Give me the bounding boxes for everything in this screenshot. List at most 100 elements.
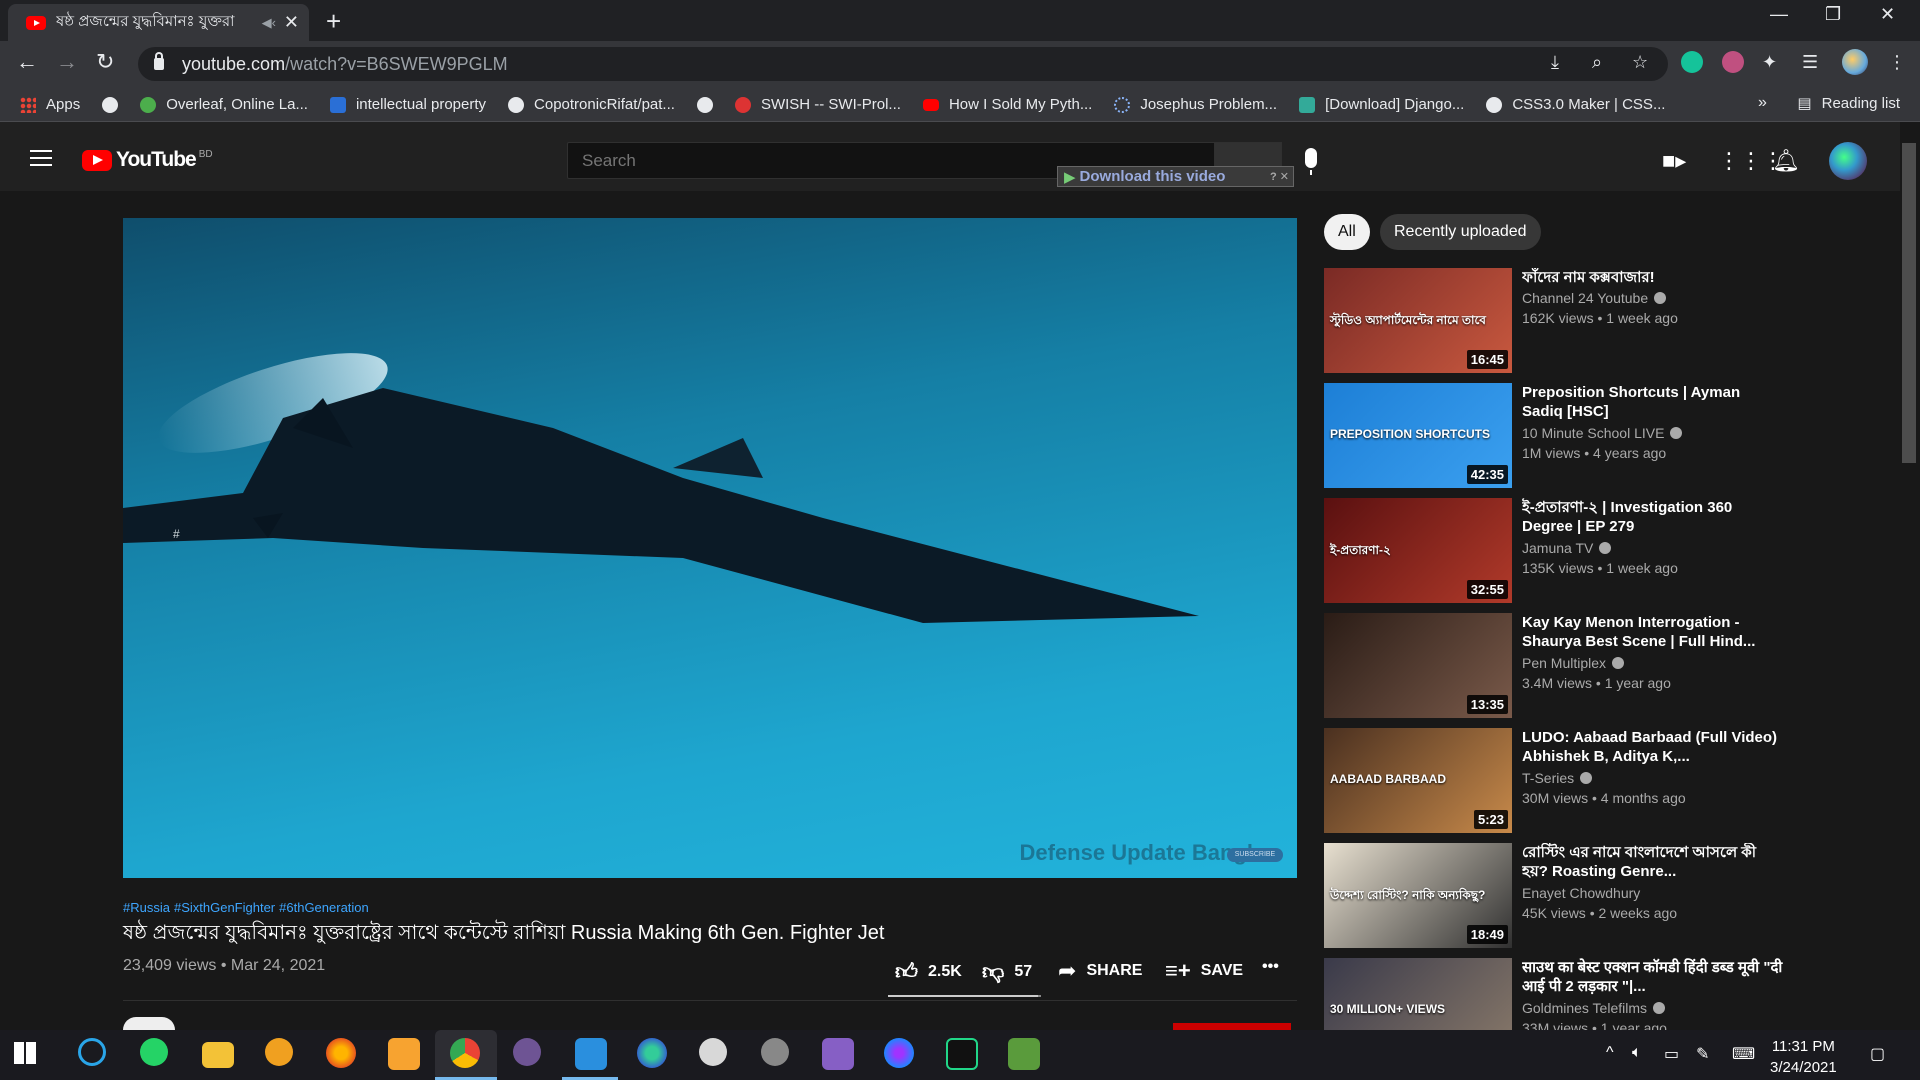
more-actions-button[interactable]: ••• — [1262, 958, 1279, 976]
restore-icon[interactable]: ❐ — [1825, 4, 1841, 25]
whatsapp-icon[interactable] — [140, 1038, 168, 1066]
recommendation-channel[interactable]: Enayet Chowdhury — [1522, 885, 1640, 901]
lock-icon[interactable] — [154, 52, 164, 70]
recommendation-channel[interactable]: Pen Multiplex — [1522, 655, 1625, 671]
keyboard-icon[interactable]: ⌨ — [1732, 1044, 1755, 1064]
github-desktop-icon[interactable] — [513, 1038, 541, 1066]
sublime-like-app-icon[interactable] — [388, 1038, 420, 1070]
youtube-logo[interactable]: YouTube BD — [82, 148, 213, 172]
account-avatar[interactable] — [1829, 142, 1867, 180]
recommendation-channel[interactable]: T-Series — [1522, 770, 1593, 786]
new-tab-icon[interactable]: + — [326, 6, 341, 37]
more-bookmarks-icon[interactable]: » — [1758, 94, 1767, 112]
bookmark-youtube[interactable]: How I Sold My Pyth... — [922, 96, 1092, 113]
audio-playing-icon[interactable]: ◀‹ — [262, 15, 276, 31]
app-icon[interactable] — [265, 1038, 293, 1066]
video-thumbnail[interactable]: 13:35 — [1324, 613, 1512, 718]
recommendation-item[interactable]: স্টুডিও অ্যাপার্টমেন্টের নামে তাবে 16:45 ফ… — [1324, 268, 1784, 373]
pen-icon[interactable]: ✎ — [1696, 1044, 1709, 1064]
recommendation-item[interactable]: উদ্দেশ্য রোস্টিং? নাকি অন্যকিছু? 18:49 রোস… — [1324, 843, 1784, 948]
bookmark-star-icon[interactable]: ☆ — [1632, 52, 1648, 73]
reading-list-button[interactable]: ▤ Reading list — [1797, 94, 1900, 113]
firefox-icon[interactable] — [326, 1038, 356, 1068]
bookmark-swish[interactable]: SWISH -- SWI-Prol... — [734, 96, 901, 113]
recommendation-title[interactable]: Preposition Shortcuts | Ayman Sadiq [HSC… — [1522, 383, 1784, 421]
recommendation-channel[interactable]: Jamuna TV — [1522, 540, 1612, 556]
video-thumbnail[interactable]: উদ্দেশ্য রোস্টিং? নাকি অন্যকিছু? 18:49 — [1324, 843, 1512, 948]
chrome-menu-icon[interactable]: ⋮ — [1888, 52, 1906, 73]
bookmark-overleaf[interactable]: Overleaf, Online La... — [140, 96, 308, 113]
windows-start-icon[interactable] — [14, 1042, 36, 1064]
create-video-icon[interactable]: ■▸ — [1662, 148, 1686, 174]
subscribe-watermark-badge[interactable]: SUBSCRIBE — [1227, 848, 1283, 862]
close-tab-icon[interactable]: ✕ — [284, 12, 299, 33]
dislike-button[interactable]: 👎︎ 57 — [982, 958, 1032, 985]
video-player[interactable]: # Defense Update Bangl SUBSCRIBE — [123, 218, 1297, 878]
bookmark-apps[interactable]: Apps — [20, 96, 80, 113]
recommendation-channel[interactable]: Goldmines Telefilms — [1522, 1000, 1666, 1016]
pycharm-icon[interactable] — [946, 1038, 978, 1070]
bookmark-globe-2[interactable] — [696, 96, 713, 113]
hashtag-link[interactable]: #SixthGenFighter — [174, 900, 275, 915]
close-window-icon[interactable]: ✕ — [1880, 4, 1895, 25]
video-thumbnail[interactable]: AABAAD BARBAAD 5:23 — [1324, 728, 1512, 833]
file-explorer-icon[interactable] — [202, 1042, 234, 1068]
bookmark-css-maker[interactable]: CSS3.0 Maker | CSS... — [1486, 96, 1665, 113]
install-app-icon[interactable]: ⤓ — [1551, 52, 1559, 73]
recommendation-title[interactable]: ফাঁদের নাম কক্সবাজার! — [1522, 268, 1784, 287]
chip-all[interactable]: All — [1324, 214, 1370, 250]
save-button[interactable]: ≡+ SAVE — [1165, 958, 1243, 984]
recommendation-title[interactable]: LUDO: Aabaad Barbaad (Full Video) Abhish… — [1522, 728, 1784, 766]
chip-recently-uploaded[interactable]: Recently uploaded — [1380, 214, 1541, 250]
back-icon[interactable]: ← — [16, 49, 38, 75]
recommendation-title[interactable]: साउथ का बेस्ट एक्शन कॉमडी हिंदी डब्ड मूव… — [1522, 958, 1784, 996]
subscribe-button[interactable] — [1173, 1023, 1291, 1030]
hashtag-link[interactable]: #Russia — [123, 900, 170, 915]
tray-chevron-icon[interactable]: ^ — [1606, 1044, 1614, 1062]
app-icon[interactable] — [1008, 1038, 1040, 1070]
extension-icon[interactable] — [1722, 51, 1744, 73]
like-button[interactable]: 👍︎ 2.5K — [895, 958, 962, 985]
bookmark-django[interactable]: [Download] Django... — [1299, 96, 1464, 113]
search-taskbar-icon[interactable] — [78, 1038, 106, 1066]
notifications-bell-icon[interactable]: 🔔︎ — [1772, 148, 1800, 174]
recommendation-channel[interactable]: 10 Minute School LIVE — [1522, 425, 1683, 441]
address-bar[interactable]: youtube.com/watch?v=B6SWEW9PGLM — [138, 47, 1668, 81]
notifications-icon[interactable]: ▢ — [1870, 1044, 1885, 1064]
browser-tab[interactable]: ষষ্ঠ প্রজন্মের যুদ্ধবিমানঃ যুক্তরা ◀‹ ✕ — [8, 4, 309, 41]
extensions-puzzle-icon[interactable]: ✦ — [1762, 52, 1777, 73]
messenger-icon[interactable] — [884, 1038, 914, 1068]
forward-icon[interactable]: → — [56, 49, 78, 75]
bookmark-github[interactable]: CopotronicRifat/pat... — [508, 96, 675, 113]
app-icon[interactable] — [699, 1038, 727, 1066]
grammarly-extension-icon[interactable] — [1681, 51, 1703, 73]
volume-icon[interactable]: 🔈︎ — [1632, 1044, 1642, 1062]
recommendation-item[interactable]: PREPOSITION SHORTCUTS 42:35 Preposition Sh… — [1324, 383, 1784, 488]
help-close-icon[interactable]: ? ✕ — [1270, 170, 1289, 183]
recommendation-item[interactable]: 13:35 Kay Kay Menon Interrogation - Shaur… — [1324, 613, 1784, 718]
share-button[interactable]: ➦ SHARE — [1058, 958, 1142, 984]
visual-studio-icon[interactable] — [822, 1038, 854, 1070]
recommendation-title[interactable]: রোস্টিং এর নামে বাংলাদেশে আসলে কী হয়? R… — [1522, 843, 1784, 881]
app-icon[interactable] — [637, 1038, 667, 1068]
video-thumbnail[interactable]: স্টুডিও অ্যাপার্টমেন্টের নামে তাবে 16:45 — [1324, 268, 1512, 373]
media-control-icon[interactable]: ☰ — [1802, 52, 1818, 73]
app-icon[interactable] — [761, 1038, 789, 1066]
bookmark-globe[interactable] — [102, 96, 119, 113]
voice-search-icon[interactable] — [1305, 148, 1317, 175]
recommendation-channel[interactable]: Channel 24 Youtube — [1522, 290, 1667, 306]
recommendation-item[interactable]: ই-প্রতারণা-২ 32:55 ই-প্রতারণা-২ | Investig… — [1324, 498, 1784, 603]
bookmark-josephus[interactable]: Josephus Problem... — [1114, 96, 1277, 113]
recommendation-title[interactable]: Kay Kay Menon Interrogation - Shaurya Be… — [1522, 613, 1784, 651]
video-thumbnail[interactable]: PREPOSITION SHORTCUTS 42:35 — [1324, 383, 1512, 488]
profile-avatar[interactable] — [1842, 49, 1868, 75]
vscode-icon[interactable] — [575, 1038, 607, 1070]
chrome-icon[interactable] — [450, 1038, 480, 1068]
hashtag-link[interactable]: #6thGeneration — [279, 900, 369, 915]
recommendation-item[interactable]: AABAAD BARBAAD 5:23 LUDO: Aabaad Barbaad (… — [1324, 728, 1784, 833]
network-icon[interactable]: ▭ — [1664, 1044, 1679, 1064]
video-thumbnail[interactable]: ই-প্রতারণা-২ 32:55 — [1324, 498, 1512, 603]
system-clock[interactable]: 11:31 PM 3/24/2021 — [1770, 1036, 1837, 1078]
scrollbar-thumb[interactable] — [1902, 143, 1916, 463]
bookmark-intellectual-property[interactable]: intellectual property — [329, 96, 486, 113]
